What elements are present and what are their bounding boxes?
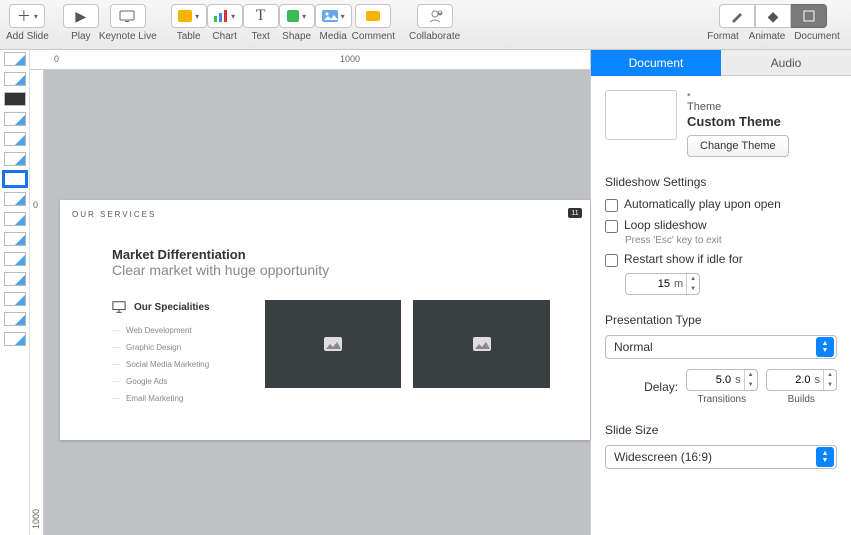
- slide-size-header: Slide Size: [605, 423, 837, 437]
- thumb[interactable]: [4, 72, 26, 86]
- thumb[interactable]: [4, 232, 26, 246]
- play-label: Play: [71, 31, 90, 42]
- inspector-panel: Document Audio • Theme Custom Theme Chan…: [590, 50, 851, 535]
- loop-checkbox[interactable]: Loop slideshow: [605, 218, 837, 233]
- media-label: Media: [320, 31, 347, 42]
- restart-idle-checkbox[interactable]: Restart show if idle for: [605, 252, 837, 267]
- thumb-selected[interactable]: [4, 172, 26, 186]
- tab-document[interactable]: Document: [591, 50, 721, 76]
- transitions-delay-stepper[interactable]: s▲▼: [686, 369, 757, 391]
- thumb[interactable]: [4, 132, 26, 146]
- speciality-item: Graphic Design: [112, 339, 253, 356]
- thumb[interactable]: [4, 252, 26, 266]
- theme-label: Theme: [687, 101, 837, 113]
- slide-eyebrow: OUR SERVICES: [72, 210, 550, 219]
- loop-hint: Press 'Esc' key to exit: [625, 235, 837, 246]
- auto-play-checkbox[interactable]: Automatically play upon open: [605, 197, 837, 212]
- thumb[interactable]: [4, 152, 26, 166]
- slide-subtitle: Clear market with huge opportunity: [112, 262, 550, 278]
- tab-audio[interactable]: Audio: [721, 50, 851, 76]
- thumb[interactable]: [4, 212, 26, 226]
- slide-size-select[interactable]: Widescreen (16:9) ▲▼: [605, 445, 837, 469]
- format-label: Format: [701, 31, 745, 42]
- idle-time-stepper[interactable]: m ▲▼: [625, 273, 700, 295]
- thumb[interactable]: [4, 312, 26, 326]
- shape-button[interactable]: [279, 4, 315, 28]
- thumb[interactable]: [4, 292, 26, 306]
- table-button[interactable]: [171, 4, 207, 28]
- speciality-item: Social Media Marketing: [112, 356, 253, 373]
- thumb[interactable]: [4, 332, 26, 346]
- thumb[interactable]: [4, 92, 26, 106]
- thumb[interactable]: [4, 272, 26, 286]
- collaborate-button[interactable]: [417, 4, 453, 28]
- keynote-live-label: Keynote Live: [99, 31, 157, 42]
- change-theme-button[interactable]: Change Theme: [687, 135, 789, 157]
- specialities-header: Our Specialities: [112, 300, 253, 314]
- presentation-type-select[interactable]: Normal ▲▼: [605, 335, 837, 359]
- add-slide-button[interactable]: ＋: [9, 4, 45, 28]
- format-button[interactable]: [719, 4, 755, 28]
- thumb[interactable]: [4, 112, 26, 126]
- slide[interactable]: OUR SERVICES 11 Market Differentiation C…: [60, 200, 590, 440]
- play-button[interactable]: ▶: [63, 4, 99, 28]
- comment-label: Comment: [352, 31, 395, 42]
- document-button[interactable]: [791, 4, 827, 28]
- speciality-item: Web Development: [112, 322, 253, 339]
- theme-name: Custom Theme: [687, 114, 837, 129]
- toolbar: ＋ Add Slide ▶ Play Keynote Live Table Ch…: [0, 0, 851, 50]
- thumb[interactable]: [4, 52, 26, 66]
- comment-button[interactable]: [355, 4, 391, 28]
- slide-number-badge: 11: [568, 208, 582, 218]
- thumb[interactable]: [4, 192, 26, 206]
- delay-label: Delay:: [644, 380, 678, 394]
- builds-delay-stepper[interactable]: s▲▼: [766, 369, 837, 391]
- speciality-item: Email Marketing: [112, 390, 253, 407]
- transitions-label: Transitions: [698, 394, 747, 405]
- document-label: Document: [789, 31, 845, 42]
- ruler-horizontal: 0 1000: [30, 50, 590, 70]
- image-placeholder[interactable]: [413, 300, 550, 388]
- builds-label: Builds: [788, 394, 815, 405]
- speciality-item: Google Ads: [112, 373, 253, 390]
- animate-label: Animate: [745, 31, 789, 42]
- keynote-live-button[interactable]: [110, 4, 146, 28]
- image-placeholder[interactable]: [265, 300, 402, 388]
- presentation-type-header: Presentation Type: [605, 313, 837, 327]
- slideshow-settings-header: Slideshow Settings: [605, 175, 837, 189]
- chart-label: Chart: [212, 31, 236, 42]
- ruler-vertical: 0 1000: [30, 70, 44, 535]
- media-button[interactable]: [315, 4, 352, 28]
- canvas: 0 1000 0 1000 OUR SERVICES 11 Market Dif…: [30, 50, 590, 535]
- slide-title: Market Differentiation: [112, 247, 550, 262]
- animate-button[interactable]: ◆: [755, 4, 791, 28]
- table-label: Table: [177, 31, 201, 42]
- slide-thumbnails: [0, 50, 30, 535]
- text-button[interactable]: T: [243, 4, 279, 28]
- chart-button[interactable]: [207, 4, 243, 28]
- text-label: Text: [251, 31, 269, 42]
- shape-label: Shape: [282, 31, 311, 42]
- theme-thumbnail: [605, 90, 677, 140]
- add-slide-label: Add Slide: [6, 31, 49, 42]
- collaborate-label: Collaborate: [409, 31, 460, 42]
